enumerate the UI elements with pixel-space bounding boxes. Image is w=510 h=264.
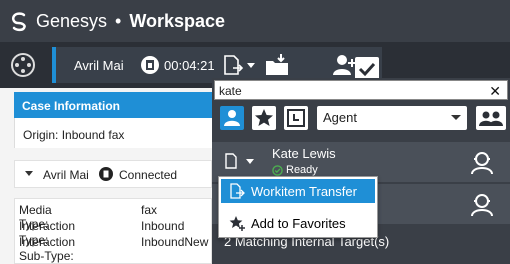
workbin-button[interactable] — [264, 51, 290, 79]
result-status: Ready — [286, 164, 318, 176]
transfer-icon — [225, 153, 237, 169]
party-name: Avril Mai — [43, 168, 89, 182]
add-contact-icon — [333, 55, 356, 75]
genesys-logo-icon — [11, 12, 26, 32]
origin-value: Inbound fax — [61, 128, 125, 142]
case-data-value: Inbound — [141, 219, 185, 233]
interaction-timer: 00:04:21 — [164, 58, 215, 73]
add-favorite-icon — [229, 216, 245, 231]
transfer-button[interactable] — [222, 51, 255, 79]
agent-headset-icon[interactable] — [468, 190, 496, 218]
group-icon — [479, 111, 503, 126]
origin-label: Origin: — [23, 128, 59, 142]
party-row[interactable]: Avril Mai Connected — [14, 160, 212, 188]
title-bar: Genesys • Workspace — [0, 0, 510, 42]
case-information-header[interactable]: Case Information — [14, 92, 212, 118]
clear-search-icon[interactable]: ✕ — [489, 83, 501, 100]
transfer-context-menu: Workitem Transfer Add to Favorites — [218, 176, 378, 238]
party-status: Connected — [119, 168, 178, 182]
recent-clock-icon — [287, 109, 305, 127]
case-data-value: InboundNew — [141, 235, 209, 249]
target-type-select[interactable]: Agent — [317, 106, 467, 130]
menu-item-label: Add to Favorites — [251, 216, 346, 231]
menu-item-label: Workitem Transfer — [251, 184, 357, 199]
person-icon — [224, 110, 240, 126]
case-origin: Origin: Inbound fax — [14, 118, 212, 148]
transfer-icon — [224, 55, 244, 75]
case-data-key: Interaction Sub-Type: — [19, 235, 76, 263]
filter-recent-button[interactable] — [284, 106, 308, 130]
ready-status-icon — [272, 165, 283, 176]
agent-headset-icon[interactable] — [468, 148, 496, 176]
star-icon — [255, 109, 273, 126]
team-communicator-button[interactable] — [332, 51, 369, 79]
case-data-value: fax — [141, 203, 158, 217]
title-separator: • — [115, 10, 122, 31]
menu-item-add-to-favorites[interactable]: Add to Favorites — [221, 211, 375, 235]
menu-item-workitem-transfer[interactable]: Workitem Transfer — [221, 179, 375, 203]
chevron-down-icon — [451, 115, 461, 120]
filter-favorites-button[interactable] — [252, 106, 276, 130]
app-name: Workspace — [129, 10, 226, 31]
chevron-down-icon — [361, 62, 369, 68]
filter-agents-button[interactable] — [220, 106, 244, 130]
fax-media-icon — [141, 56, 159, 74]
transfer-icon — [230, 183, 245, 199]
caret-down-icon[interactable] — [25, 171, 33, 176]
interaction-party-name: Avril Mai — [74, 58, 124, 73]
move-to-workbin-icon — [266, 54, 288, 75]
chevron-down-icon — [247, 62, 255, 68]
search-value: kate — [219, 84, 242, 98]
target-type-value: Agent — [323, 110, 357, 125]
team-communicator-search-input[interactable]: kate ✕ — [214, 80, 508, 100]
result-name: Kate Lewis — [272, 146, 336, 161]
fax-status-icon — [99, 167, 113, 181]
brand-name: Genesys — [36, 10, 108, 31]
chevron-down-icon — [246, 158, 254, 164]
group-results-button[interactable] — [476, 106, 506, 130]
navigation-menu-icon[interactable] — [10, 52, 36, 78]
interaction-panel: Case Information Origin: Inbound fax Avr… — [0, 88, 212, 264]
case-data-list: Media Type: fax Interaction Type: Inboun… — [14, 198, 212, 264]
row-transfer-action[interactable] — [224, 152, 254, 170]
